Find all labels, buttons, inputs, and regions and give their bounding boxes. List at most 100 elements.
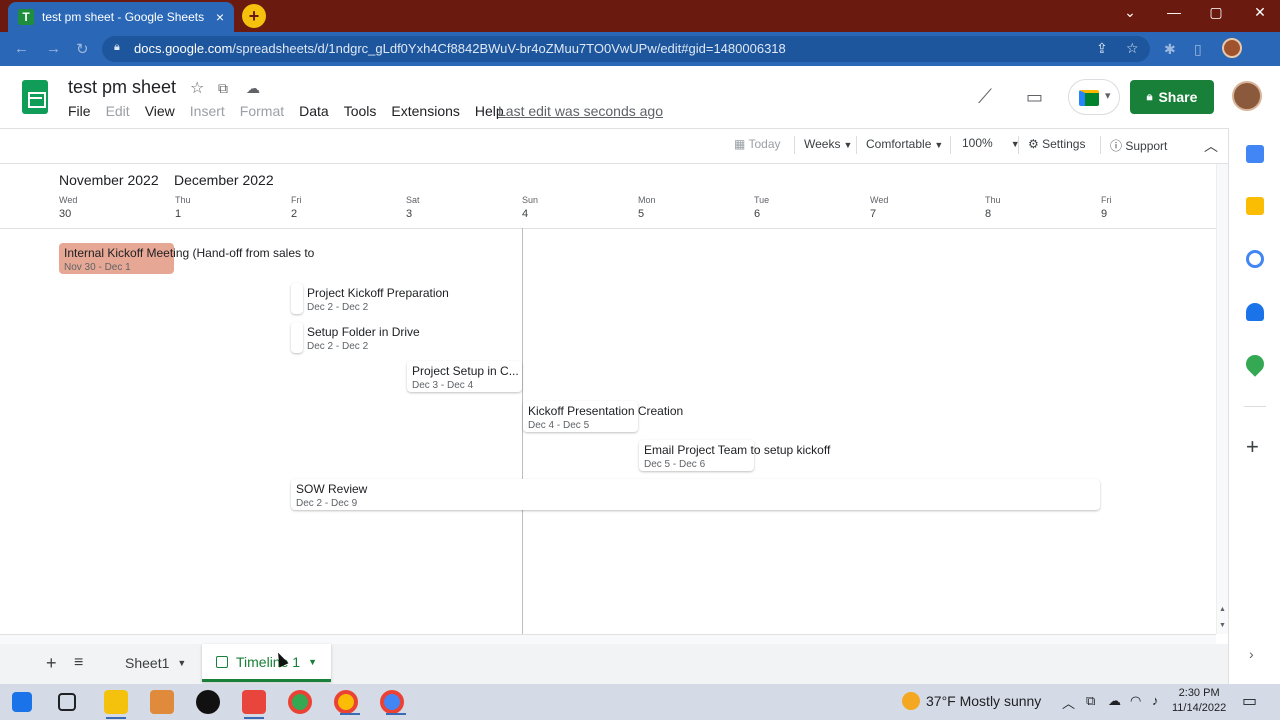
star-icon[interactable]: ☆ [190, 78, 204, 98]
sheet-tab-sheet1[interactable]: Sheet1 ▼ [111, 644, 200, 682]
lock-icon: 🔒︎ [114, 41, 120, 53]
meet-tray-icon[interactable]: ⧉ [1086, 693, 1095, 709]
timeline-card[interactable]: SOW Review Dec 2 - Dec 9 [291, 479, 1100, 510]
day-of-week: Wed [870, 195, 889, 205]
settings-button[interactable]: ⚙ Settings [1028, 137, 1085, 151]
cloud-status-icon[interactable]: ☁ [246, 80, 260, 97]
menu-view[interactable]: View [145, 103, 175, 119]
wifi-icon[interactable]: ◠ [1130, 693, 1141, 709]
minimize-icon[interactable]: — [1162, 4, 1186, 20]
all-sheets-icon[interactable]: ≡ [74, 654, 83, 672]
task-view-icon[interactable] [58, 693, 76, 711]
file-explorer-icon[interactable] [104, 690, 128, 719]
menu-edit[interactable]: Edit [106, 103, 130, 119]
weather-widget[interactable]: 37°F Mostly sunny [902, 692, 1041, 710]
menu-format[interactable]: Format [240, 103, 284, 119]
menu-insert[interactable]: Insert [190, 103, 225, 119]
card-dates: Dec 5 - Dec 6 [644, 459, 706, 470]
scroll-down-icon[interactable]: ▼ [1219, 622, 1226, 629]
system-clock[interactable]: 2:30 PM 11/14/2022 [1172, 686, 1226, 716]
window-close-icon[interactable]: ✕ [1248, 4, 1272, 21]
browser-tab-title: test pm sheet - Google Sheets [42, 10, 205, 24]
tasks-app-icon[interactable] [1246, 250, 1264, 268]
density-dropdown[interactable]: Comfortable ▼ [866, 137, 943, 151]
timeline-card[interactable]: Project Setup in C... Dec 3 - Dec 4 [407, 361, 522, 392]
scroll-up-icon[interactable]: ▲ [1219, 606, 1226, 613]
day-of-week: Fri [291, 195, 302, 205]
github-icon[interactable] [196, 690, 220, 714]
notifications-icon[interactable]: ▭ [1242, 691, 1257, 711]
timeline-card[interactable]: Email Project Team to setup kickoff Dec … [639, 440, 830, 471]
calendar-app-icon[interactable] [1246, 145, 1264, 163]
toolbar-divider [950, 136, 951, 154]
browser-profile-avatar[interactable] [1222, 38, 1242, 58]
chrome-profile-icon[interactable] [334, 690, 360, 715]
day-column-header: Tue 6 [754, 195, 814, 220]
comments-icon[interactable]: ▭ [1026, 87, 1043, 108]
move-folder-icon[interactable]: ⧉ [218, 80, 228, 97]
card-title: SOW Review [296, 482, 368, 496]
new-tab-button[interactable]: + [242, 4, 266, 28]
weather-text: 37°F Mostly sunny [926, 693, 1042, 709]
horizontal-scrollbar[interactable] [0, 634, 1216, 644]
sheets-logo-icon[interactable] [22, 80, 48, 114]
day-number: 8 [985, 208, 992, 220]
activity-trend-icon[interactable]: ⟋ [978, 86, 992, 109]
document-title[interactable]: test pm sheet [68, 77, 176, 98]
sidepanel-icon[interactable]: ▯ [1194, 41, 1202, 58]
chrome-icon[interactable] [288, 690, 312, 714]
onedrive-icon[interactable]: ☁ [1108, 693, 1121, 709]
collapse-chevron-icon[interactable]: ︿ [1204, 136, 1218, 156]
calendar-icon: ▦ [734, 137, 749, 151]
add-addon-icon[interactable]: + [1246, 434, 1259, 460]
recorder-app-icon[interactable] [150, 690, 174, 714]
chrome-profile-2-icon[interactable] [380, 690, 406, 715]
timeline-card[interactable]: Kickoff Presentation Creation Dec 4 - De… [523, 401, 683, 432]
chevron-right-icon[interactable]: › [1249, 646, 1254, 662]
sheet-tab-timeline[interactable]: Timeline 1 ▼ [202, 644, 331, 682]
menu-data[interactable]: Data [299, 103, 329, 119]
bookmark-star-icon[interactable]: ☆ [1126, 40, 1139, 57]
add-sheet-icon[interactable]: + [46, 653, 57, 674]
sun-icon [902, 692, 920, 710]
account-avatar[interactable] [1232, 81, 1262, 111]
share-page-icon[interactable]: ⇪ [1096, 40, 1108, 57]
contacts-app-icon[interactable] [1246, 303, 1264, 321]
last-edit-link[interactable]: Last edit was seconds ago [498, 103, 663, 119]
reload-icon[interactable]: ↻ [76, 40, 89, 58]
header-divider [0, 228, 1216, 229]
volume-icon[interactable]: ♪ [1152, 693, 1159, 708]
tray-overflow-icon[interactable]: ︿ [1062, 693, 1075, 712]
windows-start-icon[interactable] [12, 692, 32, 712]
day-number: 4 [522, 208, 529, 220]
timeline-card-bar[interactable] [291, 322, 303, 353]
day-column-header: Fri 2 [291, 195, 351, 220]
browser-tab[interactable]: T test pm sheet - Google Sheets × [8, 2, 234, 32]
tab-close-icon[interactable]: × [216, 9, 224, 25]
sheets-favicon-icon: T [18, 9, 34, 25]
back-icon[interactable]: ← [14, 40, 29, 57]
today-button[interactable]: ▦ Today [734, 137, 781, 151]
maximize-icon[interactable]: ▢ [1204, 4, 1228, 21]
camtasia-icon[interactable] [242, 690, 266, 719]
timeline-card[interactable]: Internal Kickoff Meeting (Hand-off from … [59, 243, 314, 274]
forward-icon[interactable]: → [46, 40, 61, 57]
menu-extensions[interactable]: Extensions [391, 103, 459, 119]
keep-app-icon[interactable] [1246, 197, 1264, 215]
support-button[interactable]: ⓘ Support [1110, 137, 1167, 154]
tab-search-icon[interactable]: ⌄ [1118, 4, 1142, 21]
menu-tools[interactable]: Tools [344, 103, 377, 119]
timeline-card-bar[interactable] [291, 283, 303, 314]
meet-button[interactable]: ▾ [1068, 79, 1120, 115]
scale-dropdown[interactable]: Weeks ▼ [804, 137, 852, 151]
today-label: Today [748, 137, 781, 151]
menu-file[interactable]: File [68, 103, 91, 119]
day-number: 1 [175, 208, 182, 220]
today-marker-line [522, 228, 523, 634]
extensions-icon[interactable]: ✱ [1164, 41, 1176, 58]
toolbar-divider [794, 136, 795, 154]
vertical-scrollbar[interactable] [1216, 164, 1228, 634]
share-button[interactable]: 🔒︎ Share [1130, 80, 1214, 114]
zoom-dropdown[interactable]: 100% ▼ [962, 136, 1020, 150]
url-field[interactable]: 🔒︎ docs.google.com/spreadsheets/d/1ndgrc… [102, 36, 1150, 62]
